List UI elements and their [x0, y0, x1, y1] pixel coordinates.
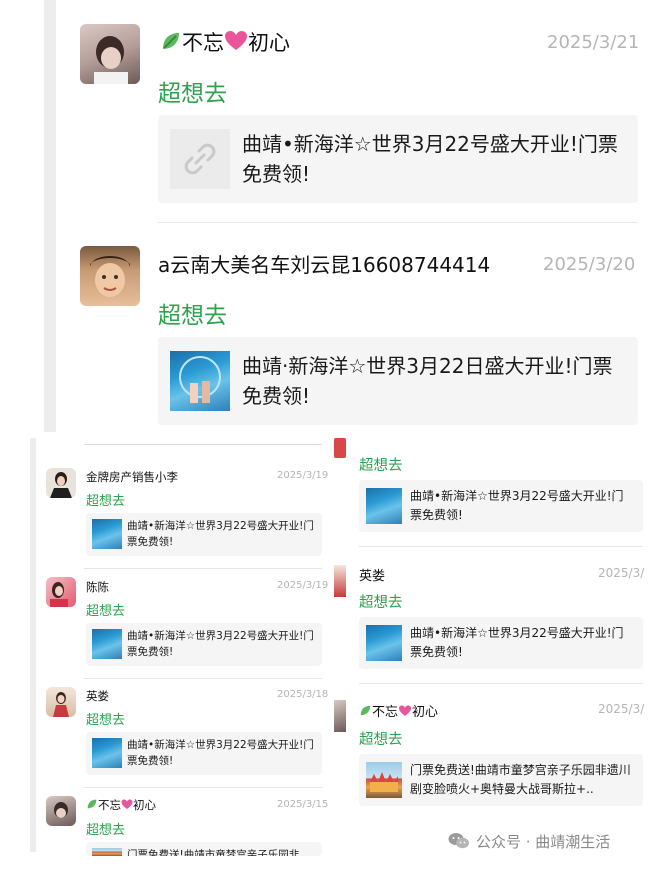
- heart-icon: [224, 30, 248, 58]
- link-thumbnail: [92, 848, 122, 856]
- link-thumbnail: [92, 629, 122, 659]
- avatar[interactable]: [334, 700, 346, 732]
- card-title: 曲靖•新海洋☆世界3月22号盛大开业!门票免费领!: [242, 132, 618, 186]
- leaf-icon: [359, 704, 372, 721]
- link-card[interactable]: 曲靖•新海洋☆世界3月22号盛大开业!门票免费领!: [359, 480, 643, 532]
- link-card[interactable]: 曲靖•新海洋☆世界3月22号盛大开业!门票免费领!: [158, 115, 638, 203]
- comment-text: 超想去: [86, 604, 126, 619]
- link-thumbnail: [366, 762, 402, 798]
- comment-text: 超想去: [158, 81, 227, 107]
- card-title: 曲靖•新海洋☆世界3月22号盛大开业!门票免费领!: [410, 489, 624, 522]
- comment-text: 超想去: [359, 732, 403, 748]
- poster-name[interactable]: 不忘 初心: [86, 797, 156, 813]
- link-thumbnail: [366, 488, 402, 524]
- wechat-icon: [448, 832, 470, 854]
- post-date: 2025/3/19: [277, 470, 329, 481]
- divider: [158, 222, 638, 223]
- link-card[interactable]: 曲靖•新海洋☆世界3月22号盛大开业!门票免费领!: [359, 617, 643, 669]
- avatar[interactable]: [46, 468, 76, 498]
- card-title: 曲靖•新海洋☆世界3月22号盛大开业!门票免费领!: [127, 630, 314, 658]
- avatar[interactable]: [46, 577, 76, 607]
- link-card[interactable]: 曲靖•新海洋☆世界3月22号盛大开业!门票免费领!: [86, 732, 322, 775]
- poster-name[interactable]: 不忘 初心: [359, 701, 438, 721]
- comment-text: 超想去: [359, 595, 403, 611]
- comment-text: 超想去: [158, 303, 227, 329]
- link-thumbnail: [170, 129, 230, 189]
- poster-name[interactable]: 陈陈: [86, 579, 109, 595]
- divider: [359, 546, 643, 547]
- left-margin-bar: [44, 0, 56, 432]
- post-date: 2025/3/: [598, 702, 645, 716]
- poster-name[interactable]: 不忘 初心: [160, 30, 290, 58]
- comment-text: 超想去: [86, 823, 126, 838]
- card-title: 门票免费送!曲靖市童梦宫亲子乐园非: [127, 849, 300, 856]
- divider: [359, 683, 643, 684]
- post-date: 2025/3/15: [277, 799, 329, 810]
- divider: [84, 678, 322, 679]
- post-date: 2025/3/20: [543, 254, 636, 275]
- link-card[interactable]: 曲靖•新海洋☆世界3月22号盛大开业!门票免费领!: [86, 513, 322, 556]
- comment-text: 超想去: [86, 713, 126, 728]
- poster-name[interactable]: 英娄: [359, 565, 385, 584]
- link-thumbnail: [92, 519, 122, 549]
- leaf-icon: [160, 30, 182, 58]
- post-date: 2025/3/: [598, 566, 645, 580]
- comment-text: 超想去: [86, 494, 126, 509]
- link-card[interactable]: 门票免费送!曲靖市童梦宫亲子乐园非: [86, 842, 322, 856]
- card-title: 曲靖•新海洋☆世界3月22号盛大开业!门票免费领!: [410, 626, 624, 659]
- poster-name[interactable]: 金牌房产销售小李: [86, 469, 178, 485]
- left-margin-bar: [30, 438, 36, 852]
- link-card[interactable]: 门票免费送!曲靖市童梦宫亲子乐园非遗川剧变脸喷火+奥特曼大战哥斯拉+..: [359, 754, 643, 806]
- poster-name[interactable]: a云南大美名车刘云昆16608744414: [158, 252, 490, 278]
- link-card[interactable]: 曲靖·新海洋☆世界3月22日盛大开业!门票免费领!: [158, 337, 638, 425]
- card-title: 曲靖•新海洋☆世界3月22号盛大开业!门票免费领!: [127, 520, 314, 548]
- poster-name[interactable]: 英娄: [86, 688, 109, 704]
- post-date: 2025/3/21: [547, 32, 640, 53]
- divider: [84, 568, 322, 569]
- divider: [84, 787, 322, 788]
- avatar[interactable]: [46, 796, 76, 826]
- comment-text: 超想去: [359, 458, 403, 474]
- link-icon: [184, 143, 216, 175]
- heart-icon: [398, 705, 412, 721]
- link-thumbnail: [170, 351, 230, 411]
- avatar-partial[interactable]: [334, 438, 346, 458]
- link-thumbnail: [92, 738, 122, 768]
- card-title: 曲靖·新海洋☆世界3月22日盛大开业!门票免费领!: [242, 354, 613, 408]
- post-date: 2025/3/18: [277, 689, 329, 700]
- link-card[interactable]: 曲靖•新海洋☆世界3月22号盛大开业!门票免费领!: [86, 623, 322, 666]
- avatar[interactable]: [80, 24, 140, 84]
- leaf-icon: [86, 798, 98, 813]
- watermark: 公众号 · 曲靖潮生活: [448, 831, 610, 854]
- avatar[interactable]: [80, 246, 140, 306]
- card-title: 门票免费送!曲靖市童梦宫亲子乐园非遗川剧变脸喷火+奥特曼大战哥斯拉+..: [410, 763, 631, 796]
- heart-icon: [121, 799, 133, 813]
- avatar[interactable]: [46, 687, 76, 717]
- card-title: 曲靖•新海洋☆世界3月22号盛大开业!门票免费领!: [127, 739, 314, 767]
- avatar[interactable]: [334, 565, 346, 597]
- divider: [84, 444, 322, 445]
- link-thumbnail: [366, 625, 402, 661]
- post-date: 2025/3/19: [277, 580, 329, 591]
